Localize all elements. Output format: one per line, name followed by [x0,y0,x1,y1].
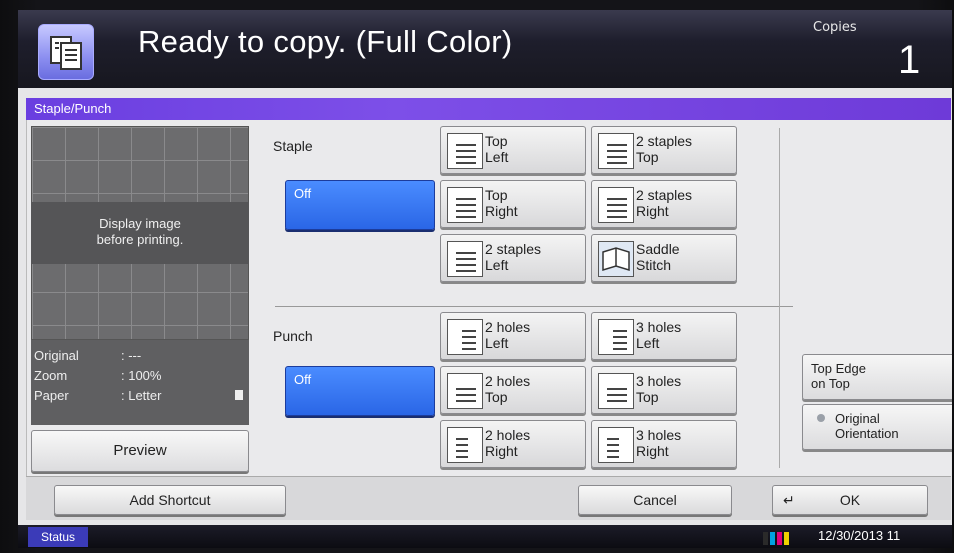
punch-label: Punch [273,328,313,344]
punch-2-left-label: 2 holes Left [485,319,531,351]
punch-2-right-label: 2 holes Right [485,427,531,459]
paper-indicator-icon [235,390,243,400]
top-edge-label-2: on Top [811,376,850,391]
punch-2-left-button[interactable]: 2 holes Left [440,312,586,360]
staple-2-left-button[interactable]: 2 staples Left [440,234,586,282]
original-orientation-label-1: Original [835,411,880,426]
staple-top-left-button[interactable]: Top Left [440,126,586,174]
copy-icon [38,24,94,80]
punch-3-top-icon [598,373,634,409]
panel-title-bar: Staple/Punch [26,98,951,120]
toner-level-icon [763,530,793,545]
staple-off-button[interactable]: Off [285,180,435,230]
ok-button[interactable]: ↵ OK [772,485,928,515]
date-time: 12/30/2013 11 [818,528,901,543]
staple-2-left-icon [447,241,483,277]
paper-value: : Letter [121,388,162,403]
punch-off-label: Off [294,372,312,387]
top-edge-label-1: Top Edge [811,361,866,376]
info-icon [817,414,825,422]
punch-3-right-label: 3 holes Right [636,427,682,459]
status-bar: Status 12/30/2013 11 [18,525,952,548]
ok-button-label: OK [839,492,861,508]
original-label: Original [34,348,79,363]
cancel-button[interactable]: Cancel [578,485,732,515]
original-value: : --- [121,348,142,363]
punch-3-right-button[interactable]: 3 holes Right [591,420,737,468]
saddle-stitch-label: Saddle Stitch [636,241,680,273]
punch-3-left-button[interactable]: 3 holes Left [591,312,737,360]
original-orientation-label-2: Orientation [835,426,899,441]
original-info: Original : --- Zoom : 100% Paper : Letter [31,340,249,425]
column-divider [779,128,780,468]
staple-top-right-button[interactable]: Top Right [440,180,586,228]
punch-2-top-button[interactable]: 2 holes Top [440,366,586,414]
copies-count: 1 [898,38,921,82]
preview-message-line-2: before printing. [96,232,184,247]
punch-off-button[interactable]: Off [285,366,435,416]
staple-2-right-icon [598,187,634,223]
enter-icon: ↵ [783,492,795,508]
preview-message: Display image before printing. [31,216,249,248]
preview-message-line-1: Display image [99,216,181,231]
staple-2-left-label: 2 staples Left [485,241,542,273]
punch-2-right-icon [447,427,483,463]
saddle-stitch-icon [598,241,634,277]
panel-title: Staple/Punch [34,101,112,116]
zoom-value: : 100% [121,368,162,383]
staple-top-left-label: Top Left [485,133,509,165]
staple-top-right-icon [447,187,483,223]
copies-label: Copies [813,20,857,35]
punch-3-top-button[interactable]: 3 holes Top [591,366,737,414]
punch-3-left-label: 3 holes Left [636,319,682,351]
punch-2-top-icon [447,373,483,409]
staple-top-right-label: Top Right [485,187,518,219]
preview-button-label: Preview [113,442,167,459]
punch-2-left-icon [447,319,483,355]
touch-screen: Ready to copy. (Full Color) Copies 1 Sta… [18,10,952,548]
staple-2-top-label: 2 staples Top [636,133,693,165]
staple-2-right-label: 2 staples Right [636,187,693,219]
staple-2-top-icon [598,133,634,169]
punch-2-right-button[interactable]: 2 holes Right [440,420,586,468]
staple-top-left-icon [447,133,483,169]
footer-bar: Add Shortcut Cancel ↵ OK [26,476,951,520]
paper-label: Paper [34,388,69,403]
staple-off-label: Off [294,186,312,201]
add-shortcut-button[interactable]: Add Shortcut [54,485,286,515]
status-button[interactable]: Status [28,527,88,547]
punch-3-top-label: 3 holes Top [636,373,682,405]
punch-2-top-label: 2 holes Top [485,373,531,405]
staple-2-right-button[interactable]: 2 staples Right [591,180,737,228]
top-edge-button[interactable]: Top Edge on Top [802,354,952,400]
preview-button[interactable]: Preview [31,430,249,472]
original-orientation-button[interactable]: Original Orientation [802,404,952,450]
punch-3-left-icon [598,319,634,355]
staple-2-top-button[interactable]: 2 staples Top [591,126,737,174]
status-title: Ready to copy. (Full Color) [138,24,513,59]
zoom-label: Zoom [34,368,68,383]
saddle-stitch-button[interactable]: Saddle Stitch [591,234,737,282]
section-divider [275,306,793,307]
status-header: Ready to copy. (Full Color) Copies 1 [18,10,952,88]
punch-3-right-icon [598,427,634,463]
staple-punch-panel: Display image before printing. Original:… [26,120,952,476]
staple-label: Staple [273,138,313,154]
